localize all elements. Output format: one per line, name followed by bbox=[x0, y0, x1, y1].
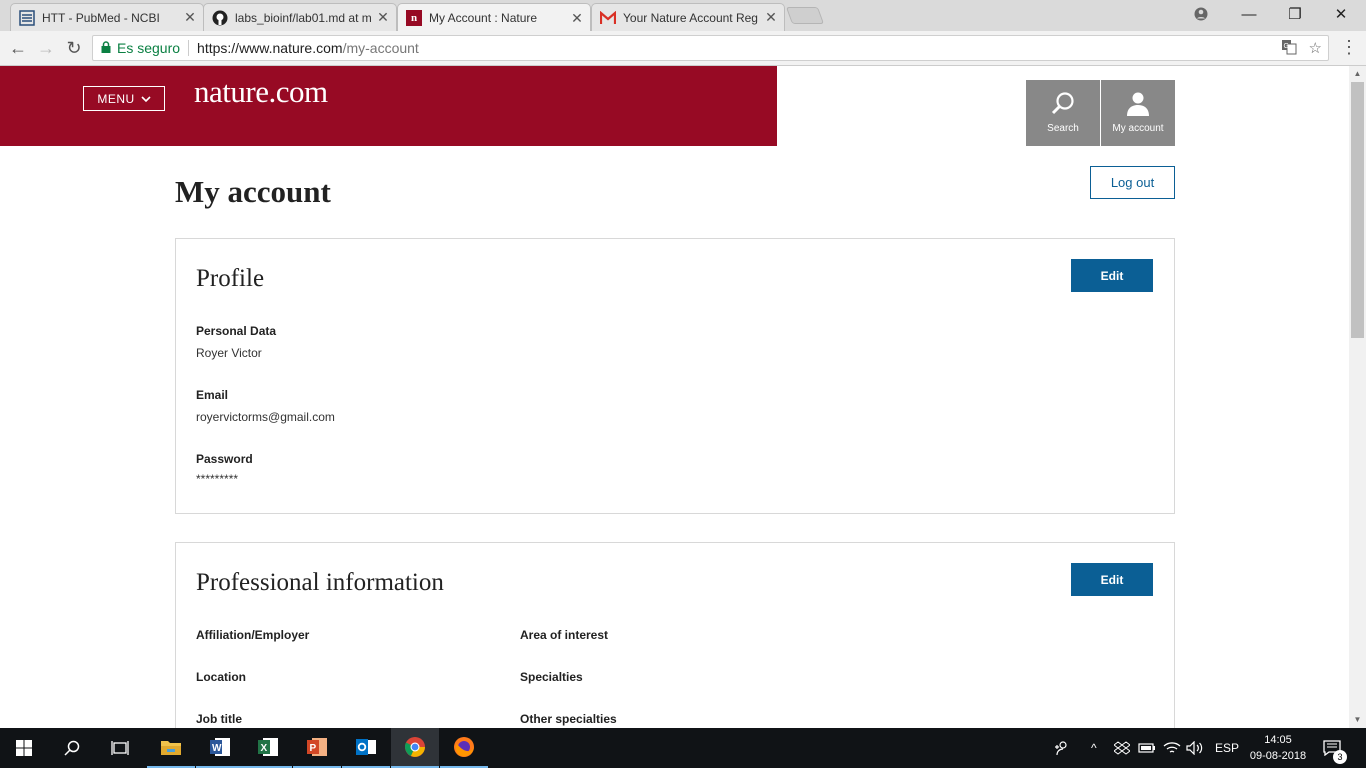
windows-start-icon[interactable] bbox=[0, 728, 48, 768]
wifi-icon[interactable] bbox=[1163, 728, 1181, 768]
forward-arrow-icon[interactable]: → bbox=[34, 36, 58, 60]
tab-title: labs_bioinf/lab01.md at m bbox=[235, 10, 372, 25]
professional-title: Professional information bbox=[196, 569, 444, 596]
back-arrow-icon[interactable]: ← bbox=[6, 36, 30, 60]
logout-button[interactable]: Log out bbox=[1090, 166, 1175, 199]
affiliation-label: Affiliation/Employer bbox=[196, 628, 310, 642]
tab-title: Your Nature Account Reg bbox=[623, 10, 758, 25]
personal-data-label: Personal Data bbox=[196, 324, 277, 338]
translate-icon[interactable]: G bbox=[1281, 39, 1297, 59]
email-value: royervictorms@gmail.com bbox=[196, 410, 335, 424]
outlook-icon[interactable] bbox=[342, 728, 390, 768]
word-icon[interactable]: W bbox=[196, 728, 244, 768]
specialties-label: Specialties bbox=[520, 670, 583, 684]
firefox-icon[interactable] bbox=[440, 728, 488, 768]
url-host: https://www.nature.com bbox=[197, 40, 343, 56]
tab-title: HTT - PubMed - NCBI bbox=[42, 10, 160, 25]
menu-button[interactable]: MENU bbox=[83, 86, 165, 111]
menu-label: MENU bbox=[97, 91, 135, 106]
show-hidden-icons-icon[interactable]: ^ bbox=[1091, 728, 1097, 768]
page-title: My account bbox=[175, 174, 331, 209]
site-logo[interactable]: nature.com bbox=[194, 74, 328, 110]
file-explorer-icon[interactable] bbox=[147, 728, 195, 768]
restore-button[interactable]: ❐ bbox=[1272, 0, 1318, 28]
close-tab-icon[interactable]: ✕ bbox=[376, 9, 390, 26]
scroll-up-icon[interactable]: ▲ bbox=[1349, 66, 1366, 82]
volume-icon[interactable] bbox=[1186, 728, 1204, 768]
github-icon bbox=[212, 10, 228, 26]
action-center-button[interactable]: 3 bbox=[1323, 728, 1347, 768]
user-icon bbox=[1127, 92, 1149, 116]
battery-icon[interactable] bbox=[1138, 728, 1156, 768]
powerpoint-icon[interactable]: P bbox=[293, 728, 341, 768]
close-tab-icon[interactable]: ✕ bbox=[183, 9, 197, 26]
close-window-button[interactable]: ✕ bbox=[1318, 0, 1364, 28]
reload-icon[interactable]: ↻ bbox=[62, 36, 86, 60]
profile-edit-button[interactable]: Edit bbox=[1071, 259, 1153, 292]
other-specialties-label: Other specialties bbox=[520, 712, 617, 726]
tab-title: My Account : Nature bbox=[429, 11, 538, 25]
task-view-icon[interactable] bbox=[96, 728, 144, 768]
new-tab-button[interactable] bbox=[785, 7, 825, 24]
clock-date: 09-08-2018 bbox=[1249, 750, 1307, 762]
chrome-icon[interactable] bbox=[391, 728, 439, 768]
browser-toolbar: ← → ↻ Es seguro https://www.nature.com/m… bbox=[0, 31, 1366, 66]
professional-edit-button[interactable]: Edit bbox=[1071, 563, 1153, 596]
secure-label[interactable]: Es seguro bbox=[117, 40, 190, 56]
input-language[interactable]: ESP bbox=[1215, 728, 1239, 768]
minimize-button[interactable]: — bbox=[1226, 0, 1272, 28]
close-tab-icon[interactable]: ✕ bbox=[570, 10, 584, 27]
ncbi-icon bbox=[19, 9, 35, 26]
lock-icon bbox=[101, 40, 111, 56]
search-icon bbox=[1051, 92, 1074, 115]
windows-taskbar: W X P ^ ESP 14:05 09-08-2018 3 bbox=[0, 728, 1366, 768]
my-account-button[interactable]: My account bbox=[1101, 80, 1175, 146]
svg-text:W: W bbox=[212, 743, 222, 754]
personal-data-value: Royer Victor bbox=[196, 346, 262, 360]
profile-card: Profile Edit Personal Data Royer Victor … bbox=[175, 238, 1175, 514]
svg-text:P: P bbox=[310, 743, 317, 754]
scroll-thumb[interactable] bbox=[1351, 82, 1364, 338]
clock-time: 14:05 bbox=[1264, 734, 1292, 746]
location-label: Location bbox=[196, 670, 246, 684]
my-account-label: My account bbox=[1112, 123, 1164, 134]
browser-tab-bar: HTT - PubMed - NCBI ✕ labs_bioinf/lab01.… bbox=[0, 0, 1366, 32]
svg-text:X: X bbox=[261, 743, 268, 754]
nature-icon: n bbox=[406, 10, 422, 26]
professional-card: Professional information Edit Affiliatio… bbox=[175, 542, 1175, 728]
profile-icon[interactable] bbox=[1178, 0, 1224, 28]
chevron-down-icon bbox=[141, 92, 151, 106]
system-clock[interactable]: 14:05 09-08-2018 bbox=[1240, 732, 1316, 764]
search-icon[interactable] bbox=[48, 728, 96, 768]
profile-title: Profile bbox=[196, 265, 265, 292]
tab-gmail[interactable]: Your Nature Account Reg ✕ bbox=[591, 3, 785, 31]
search-button[interactable]: Search bbox=[1026, 80, 1100, 146]
dropbox-icon[interactable] bbox=[1114, 728, 1130, 768]
email-label: Email bbox=[196, 388, 229, 402]
page-scrollbar[interactable]: ▲ ▼ bbox=[1349, 66, 1366, 728]
notification-count-badge: 3 bbox=[1333, 750, 1347, 764]
url-path: /my-account bbox=[342, 40, 419, 56]
search-label: Search bbox=[1047, 123, 1079, 134]
browser-menu-icon[interactable]: ⋮ bbox=[1340, 37, 1358, 58]
tab-github[interactable]: labs_bioinf/lab01.md at m ✕ bbox=[203, 3, 397, 31]
bookmark-star-icon[interactable]: ☆ bbox=[1309, 39, 1322, 59]
close-tab-icon[interactable]: ✕ bbox=[764, 9, 778, 26]
address-bar[interactable]: Es seguro https://www.nature.com/my-acco… bbox=[92, 35, 1329, 61]
tab-pubmed[interactable]: HTT - PubMed - NCBI ✕ bbox=[10, 3, 204, 31]
job-title-label: Job title bbox=[196, 712, 243, 726]
scroll-down-icon[interactable]: ▼ bbox=[1349, 712, 1366, 728]
excel-icon[interactable]: X bbox=[244, 728, 292, 768]
page-content: MENU nature.com Search My account My acc… bbox=[0, 66, 1349, 728]
area-of-interest-label: Area of interest bbox=[520, 628, 609, 642]
gmail-icon bbox=[600, 10, 616, 26]
password-value: ********* bbox=[196, 472, 239, 486]
people-icon[interactable] bbox=[1054, 728, 1070, 768]
site-header: MENU nature.com bbox=[0, 66, 777, 146]
svg-text:G: G bbox=[1283, 43, 1288, 50]
password-label: Password bbox=[196, 452, 253, 466]
tab-my-account[interactable]: n My Account : Nature ✕ bbox=[397, 3, 591, 32]
